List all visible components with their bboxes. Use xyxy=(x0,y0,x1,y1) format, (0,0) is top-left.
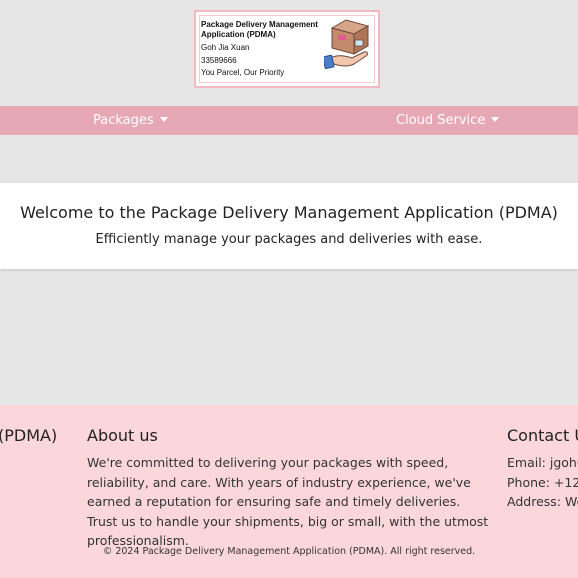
logo-text: Package Delivery Management Application … xyxy=(201,20,331,80)
nav-cloud-service-label: Cloud Service xyxy=(396,113,486,128)
contact-email: Email: jgoh0 xyxy=(507,455,578,470)
logo-card: Package Delivery Management Application … xyxy=(194,10,380,88)
nav-cloud-service-dropdown[interactable]: Cloud Service xyxy=(396,106,500,135)
welcome-title: Welcome to the Package Delivery Manageme… xyxy=(20,203,558,222)
welcome-subtitle: Efficiently manage your packages and del… xyxy=(95,232,483,247)
logo-id: 33589666 xyxy=(201,55,237,65)
about-text: We're committed to delivering your packa… xyxy=(87,455,489,548)
contact-address: Address: We xyxy=(507,494,578,509)
contact-heading: Contact U xyxy=(507,426,578,445)
main-navbar: Packages Cloud Service xyxy=(0,106,578,135)
welcome-banner: Welcome to the Package Delivery Manageme… xyxy=(0,183,578,269)
footer-brand-heading: (PDMA) xyxy=(0,426,58,445)
logo-title: Package Delivery Management Application … xyxy=(201,20,318,39)
about-heading: About us xyxy=(87,426,158,445)
caret-down-icon xyxy=(159,117,168,122)
contact-phone: Phone: +123 xyxy=(507,474,578,490)
logo-slogan: You Parcel, Our Priority xyxy=(201,68,285,77)
caret-down-icon xyxy=(491,117,500,122)
package-hand-icon xyxy=(324,19,370,70)
footer: (PDMA) About us We're committed to deliv… xyxy=(0,405,578,578)
nav-packages-label: Packages xyxy=(93,113,154,128)
logo-author: Goh Jia Xuan xyxy=(201,43,250,52)
copyright-text: © 2024 Package Delivery Management Appli… xyxy=(102,546,476,557)
nav-packages-dropdown[interactable]: Packages xyxy=(93,106,168,135)
